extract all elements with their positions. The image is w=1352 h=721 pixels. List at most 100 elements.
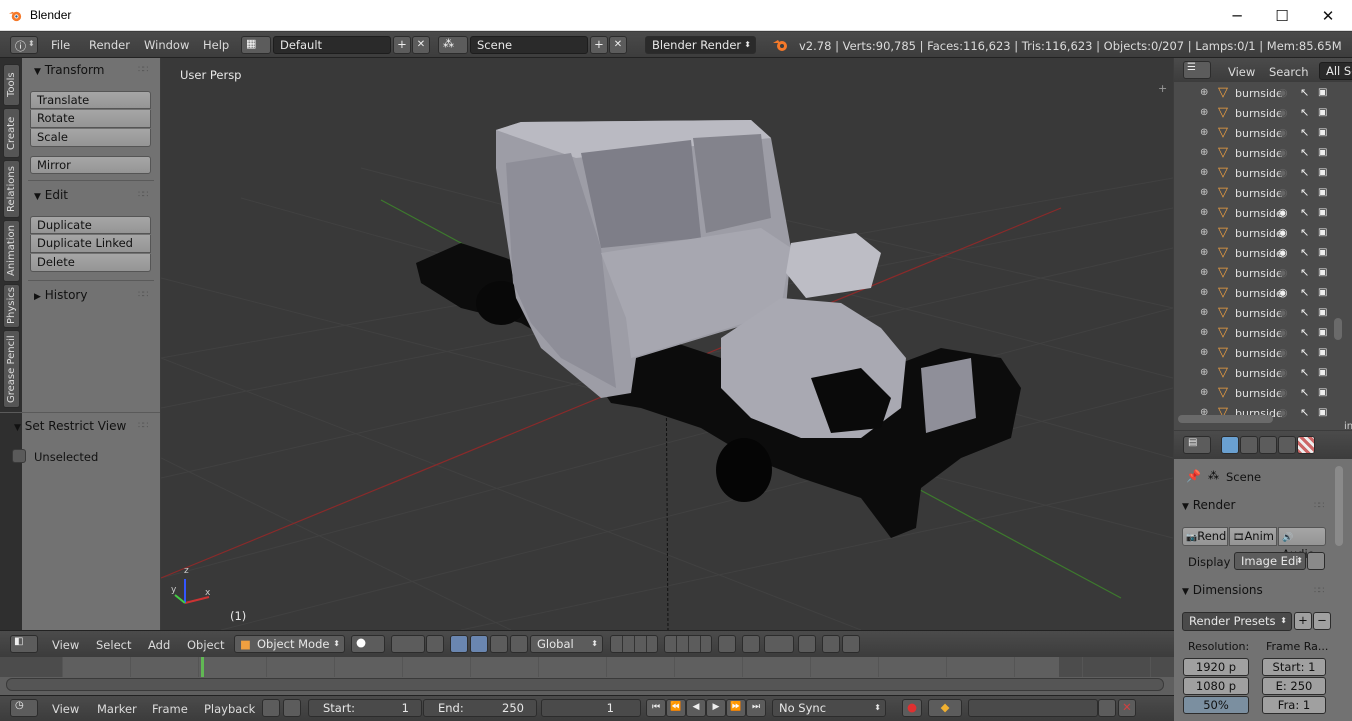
scene-tab-icon[interactable] (1259, 436, 1277, 454)
outliner-filter-select[interactable]: All Sc (1319, 62, 1352, 80)
expand-icon[interactable]: ⊕ (1200, 247, 1208, 258)
unselected-checkbox[interactable] (12, 449, 26, 463)
expand-icon[interactable]: ⊕ (1200, 167, 1208, 178)
play-reverse-icon[interactable]: ◀ (686, 699, 706, 717)
object-name[interactable]: burnside (1235, 87, 1283, 100)
expand-icon[interactable]: ⊕ (1200, 147, 1208, 158)
object-name[interactable]: burnside (1235, 167, 1283, 180)
selectable-cursor-icon[interactable]: ↖ (1300, 366, 1309, 379)
layers-block-2[interactable] (664, 635, 712, 653)
outliner-view-menu[interactable]: View (1228, 65, 1255, 79)
selectable-cursor-icon[interactable]: ↖ (1300, 226, 1309, 239)
layer-lock-icon[interactable] (718, 635, 736, 653)
outliner-row[interactable]: ⊕ ▽ burnside ◉ ↖ ▣ (1174, 164, 1352, 184)
add-scene-icon[interactable]: + (590, 36, 608, 54)
minimize-button[interactable]: ─ (1214, 0, 1260, 31)
object-name[interactable]: burnside (1235, 207, 1283, 220)
object-name[interactable]: burnside (1235, 287, 1283, 300)
render-camera-icon[interactable]: ▣ (1318, 227, 1327, 238)
expand-icon[interactable]: ⊕ (1200, 287, 1208, 298)
tab-tools[interactable]: Tools (3, 64, 20, 106)
snap-toggle-icon[interactable] (798, 635, 816, 653)
mirror-button[interactable]: Mirror (30, 156, 151, 174)
tab-create[interactable]: Create (3, 108, 20, 158)
visibility-eye-icon[interactable]: ◉ (1278, 186, 1288, 199)
remove-scene-icon[interactable]: ✕ (609, 36, 627, 54)
world-tab-icon[interactable] (1278, 436, 1296, 454)
render-camera-icon[interactable]: ▣ (1318, 267, 1327, 278)
expand-icon[interactable]: ⊕ (1200, 107, 1208, 118)
menu-render[interactable]: Render (89, 38, 130, 52)
viewport-select-menu[interactable]: Select (96, 638, 131, 652)
visibility-eye-icon[interactable]: ◉ (1278, 346, 1288, 359)
panel-grip-icon[interactable]: ∷∷ (1314, 501, 1325, 511)
manipulator-space-icon[interactable] (510, 635, 528, 653)
render-camera-icon[interactable]: ▣ (1318, 407, 1327, 418)
render-camera-icon[interactable]: ▣ (1318, 127, 1327, 138)
selectable-cursor-icon[interactable]: ↖ (1300, 86, 1309, 99)
visibility-eye-icon[interactable]: ◉ (1278, 106, 1288, 119)
render-camera-icon[interactable]: ▣ (1318, 147, 1327, 158)
editor-type-info-icon[interactable]: ⓘ ⬍ (10, 36, 38, 54)
expand-icon[interactable]: ⊕ (1200, 227, 1208, 238)
expand-icon[interactable]: ⊕ (1200, 87, 1208, 98)
visibility-eye-icon[interactable]: ◉ (1278, 226, 1288, 239)
viewport-view-menu[interactable]: View (52, 638, 79, 652)
tab-animation[interactable]: Animation (3, 220, 20, 282)
maximize-button[interactable]: ☐ (1259, 0, 1305, 31)
outliner-h-scrollbar[interactable] (1178, 415, 1273, 423)
transform-panel-header[interactable]: ▼ Transform (34, 60, 182, 80)
resolution-y-field[interactable]: 1080 p (1183, 677, 1249, 695)
dimensions-panel-header[interactable]: ▼ Dimensions (1182, 580, 1330, 600)
object-name[interactable]: burnside (1235, 107, 1283, 120)
3d-viewport[interactable]: User Persp (1) z y x + (161, 58, 1173, 630)
timeline-playback-menu[interactable]: Playback (204, 702, 255, 716)
render-still-button[interactable]: 📷Rend (1182, 527, 1228, 546)
selectable-cursor-icon[interactable]: ↖ (1300, 266, 1309, 279)
timeline[interactable]: -40-200204060801001201401601802002202402… (0, 657, 1174, 695)
render-camera-icon[interactable]: ▣ (1318, 307, 1327, 318)
opengl-animation-icon[interactable] (842, 635, 860, 653)
resolution-percent-slider[interactable]: 50% (1183, 696, 1249, 714)
menu-help[interactable]: Help (203, 38, 229, 52)
panel-grip-icon[interactable]: ∷∷ (138, 190, 149, 200)
scene-name-field[interactable]: Scene (470, 36, 588, 54)
pivot-point-icon[interactable] (391, 635, 425, 653)
expand-icon[interactable]: ⊕ (1200, 267, 1208, 278)
add-preset-icon[interactable]: + (1294, 612, 1312, 630)
selectable-cursor-icon[interactable]: ↖ (1300, 386, 1309, 399)
jump-keyframe-forward-icon[interactable]: ⏩ (726, 699, 746, 717)
render-animation-button[interactable]: 🎞Anim (1229, 527, 1277, 546)
tab-relations[interactable]: Relations (3, 160, 20, 218)
render-presets-select[interactable]: Render Presets ⬍ (1182, 612, 1292, 631)
outliner-search-menu[interactable]: Search (1269, 65, 1309, 79)
object-name[interactable]: burnside (1235, 267, 1283, 280)
render-camera-icon[interactable]: ▣ (1318, 187, 1327, 198)
object-name[interactable]: burnside (1235, 127, 1283, 140)
edit-panel-header[interactable]: ▼ Edit (34, 185, 182, 205)
properties-scrollbar[interactable] (1335, 466, 1343, 546)
insert-keyframe-icon[interactable] (1098, 699, 1116, 717)
object-name[interactable]: burnside (1235, 227, 1283, 240)
outliner-row[interactable]: ⊕ ▽ burnside ◉ ↖ ▣ (1174, 124, 1352, 144)
scene-selector-icon[interactable]: ⁂ (438, 36, 468, 54)
visibility-eye-icon[interactable]: ◉ (1278, 386, 1288, 399)
timeline-editor-icon[interactable]: ◷ (10, 699, 38, 717)
manipulator-toggle-icon[interactable] (426, 635, 444, 653)
selectable-cursor-icon[interactable]: ↖ (1300, 166, 1309, 179)
expand-icon[interactable]: ⊕ (1200, 187, 1208, 198)
panel-grip-icon[interactable]: ∷∷ (138, 421, 149, 431)
pin-icon[interactable]: 📌 (1186, 469, 1201, 483)
selectable-cursor-icon[interactable]: ↖ (1300, 406, 1309, 419)
visibility-eye-icon[interactable]: ◉ (1278, 266, 1288, 279)
expand-icon[interactable]: ⊕ (1200, 367, 1208, 378)
outliner-row[interactable]: ⊕ ▽ burnside ◉ ↖ ▣ (1174, 264, 1352, 284)
visibility-eye-icon[interactable]: ◉ (1278, 406, 1288, 419)
current-frame-marker[interactable] (201, 657, 204, 677)
outliner-row[interactable]: ⊕ ▽ burnside ◉ ↖ ▣ (1174, 224, 1352, 244)
selectable-cursor-icon[interactable]: ↖ (1300, 106, 1309, 119)
lock-interface-icon[interactable] (1307, 552, 1325, 570)
outliner-row[interactable]: ⊕ ▽ burnside ◉ ↖ ▣ (1174, 384, 1352, 404)
render-camera-icon[interactable]: ▣ (1318, 247, 1327, 258)
outliner-row[interactable]: ⊕ ▽ burnside ◉ ↖ ▣ (1174, 344, 1352, 364)
